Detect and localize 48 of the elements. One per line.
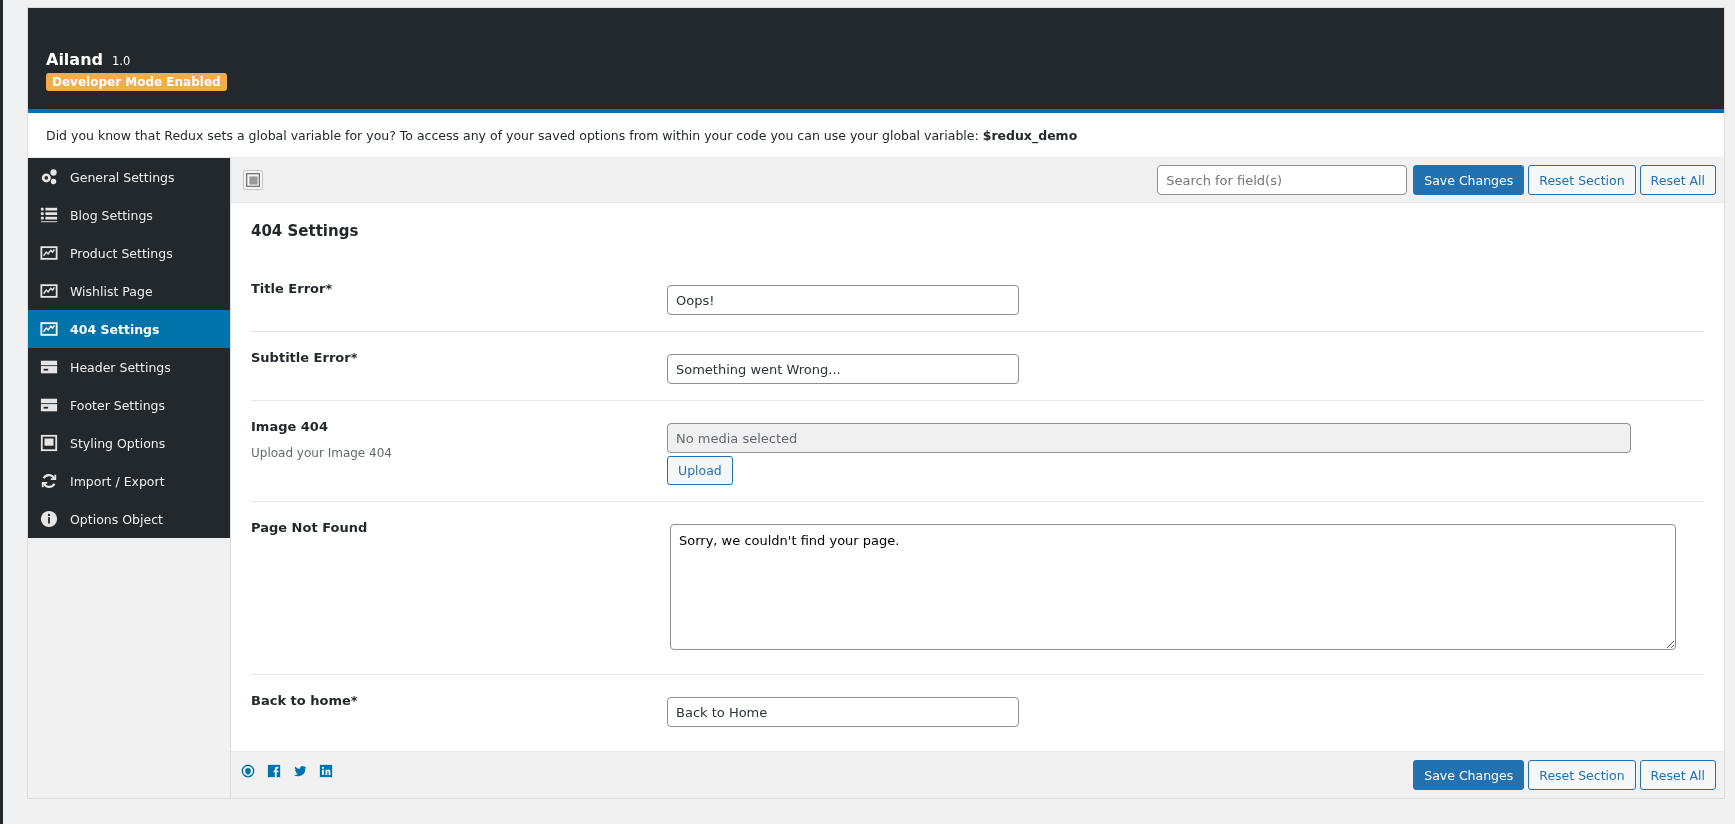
reset-section-button[interactable]: Reset Section: [1528, 165, 1636, 195]
layout-toggle-icon[interactable]: [243, 170, 263, 190]
section-title: 404 Settings: [251, 221, 360, 242]
save-changes-button[interactable]: Save Changes: [1413, 165, 1525, 195]
media-url-field: No media selected: [667, 423, 1631, 453]
reset-all-button[interactable]: Reset All: [1639, 760, 1716, 790]
chart-icon: [40, 320, 58, 338]
card-icon: [40, 396, 58, 414]
sidebar-item[interactable]: Product Settings: [28, 234, 230, 272]
facebook-icon[interactable]: [267, 764, 281, 778]
sidebar-item[interactable]: Wishlist Page: [28, 272, 230, 310]
card-icon: [40, 358, 58, 376]
field-label: Page Not Found: [251, 520, 369, 535]
linkedin-icon[interactable]: [319, 764, 333, 778]
sidebar-item[interactable]: Header Settings: [28, 348, 230, 386]
textarea-field[interactable]: Sorry, we couldn't find your page.: [670, 524, 1676, 650]
text-field[interactable]: Back to Home: [667, 697, 1019, 727]
sidebar-item[interactable]: Blog Settings: [28, 196, 230, 234]
upload-button[interactable]: Upload: [667, 456, 733, 485]
sidebar-item[interactable]: General Settings: [28, 158, 230, 196]
sidebar-item[interactable]: Options Object: [28, 500, 230, 538]
chart-icon: [40, 244, 58, 262]
field-label: Image 404: [251, 419, 329, 434]
field-label: Back to home*: [251, 693, 359, 708]
notice-text: Did you know that Redux sets a global variable for you? To access any of your saved options from within your code you can use your global variable: $redux_demo: [46, 128, 1078, 143]
sidebar-item[interactable]: 404 Settings: [28, 310, 230, 348]
text-field[interactable]: Oops!: [667, 285, 1019, 315]
save-changes-button[interactable]: Save Changes: [1413, 760, 1525, 790]
reset-section-button[interactable]: Reset Section: [1528, 760, 1636, 790]
refresh-icon: [40, 472, 58, 490]
field-label: Title Error*: [251, 281, 334, 296]
gears-icon: [40, 168, 58, 186]
sidebar-item[interactable]: Import / Export: [28, 462, 230, 500]
twitter-icon[interactable]: [293, 764, 307, 778]
text-field[interactable]: Something went Wrong...: [667, 354, 1019, 384]
field-description: Upload your Image 404: [251, 446, 393, 460]
reset-all-button[interactable]: Reset All: [1639, 165, 1716, 195]
list-icon: [40, 206, 58, 224]
chart-icon: [40, 282, 58, 300]
info-icon: [40, 510, 58, 528]
field-label: Subtitle Error*: [251, 350, 359, 365]
app-title: Ailand: [46, 50, 103, 69]
sidebar-item[interactable]: Styling Options: [28, 424, 230, 462]
version-label: 1.0: [112, 54, 131, 68]
sidebar-item[interactable]: Footer Settings: [28, 386, 230, 424]
window-icon: [40, 434, 58, 452]
developer-mode-badge: Developer Mode Enabled: [46, 73, 227, 91]
search-field[interactable]: Search for field(s): [1157, 165, 1408, 195]
